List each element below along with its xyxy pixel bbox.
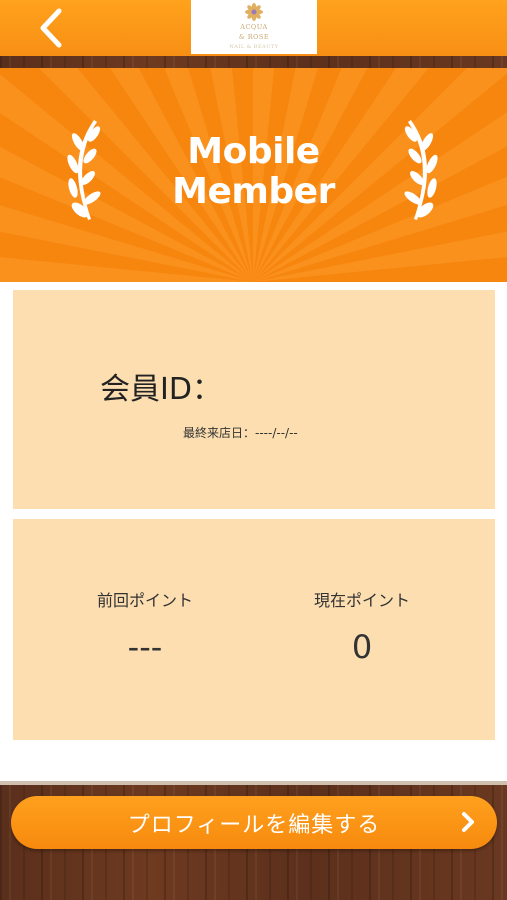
- edit-profile-button[interactable]: プロフィールを編集する: [11, 796, 497, 849]
- chevron-right-icon: [462, 812, 474, 832]
- previous-points: 前回ポイント ---: [45, 590, 245, 667]
- previous-points-label: 前回ポイント: [96, 591, 193, 610]
- flower-logo-icon: [245, 3, 263, 21]
- chevron-left-icon: [40, 8, 62, 48]
- banner-title-line2: Member: [172, 171, 335, 212]
- points-card: 前回ポイント --- 現在ポイント 0: [13, 519, 495, 740]
- back-button[interactable]: [28, 6, 74, 50]
- logo-line2: & ROSE: [238, 33, 270, 41]
- edit-profile-label: プロフィールを編集する: [127, 812, 381, 838]
- banner-title-line1: Mobile: [187, 131, 320, 172]
- banner-title: Mobile Member: [0, 132, 507, 212]
- previous-points-value: ---: [127, 628, 163, 666]
- current-points: 現在ポイント 0: [262, 590, 462, 667]
- current-points-value: 0: [351, 628, 373, 666]
- logo-line3: NAIL & BEAUTY: [229, 44, 279, 50]
- logo-line1: ACQUA: [240, 23, 268, 31]
- member-id-label: 会員ID：: [100, 372, 222, 407]
- current-points-label: 現在ポイント: [313, 591, 410, 610]
- mobile-member-banner: Mobile Member: [0, 68, 507, 282]
- brand-logo: ACQUA & ROSE NAIL & BEAUTY: [191, 0, 317, 54]
- top-bar: ACQUA & ROSE NAIL & BEAUTY: [0, 0, 507, 56]
- wood-divider: [0, 56, 507, 68]
- member-info-card: 会員ID： 最終来店日：----/--/--: [13, 290, 495, 509]
- last-visit-date: 最終来店日：----/--/--: [183, 426, 298, 440]
